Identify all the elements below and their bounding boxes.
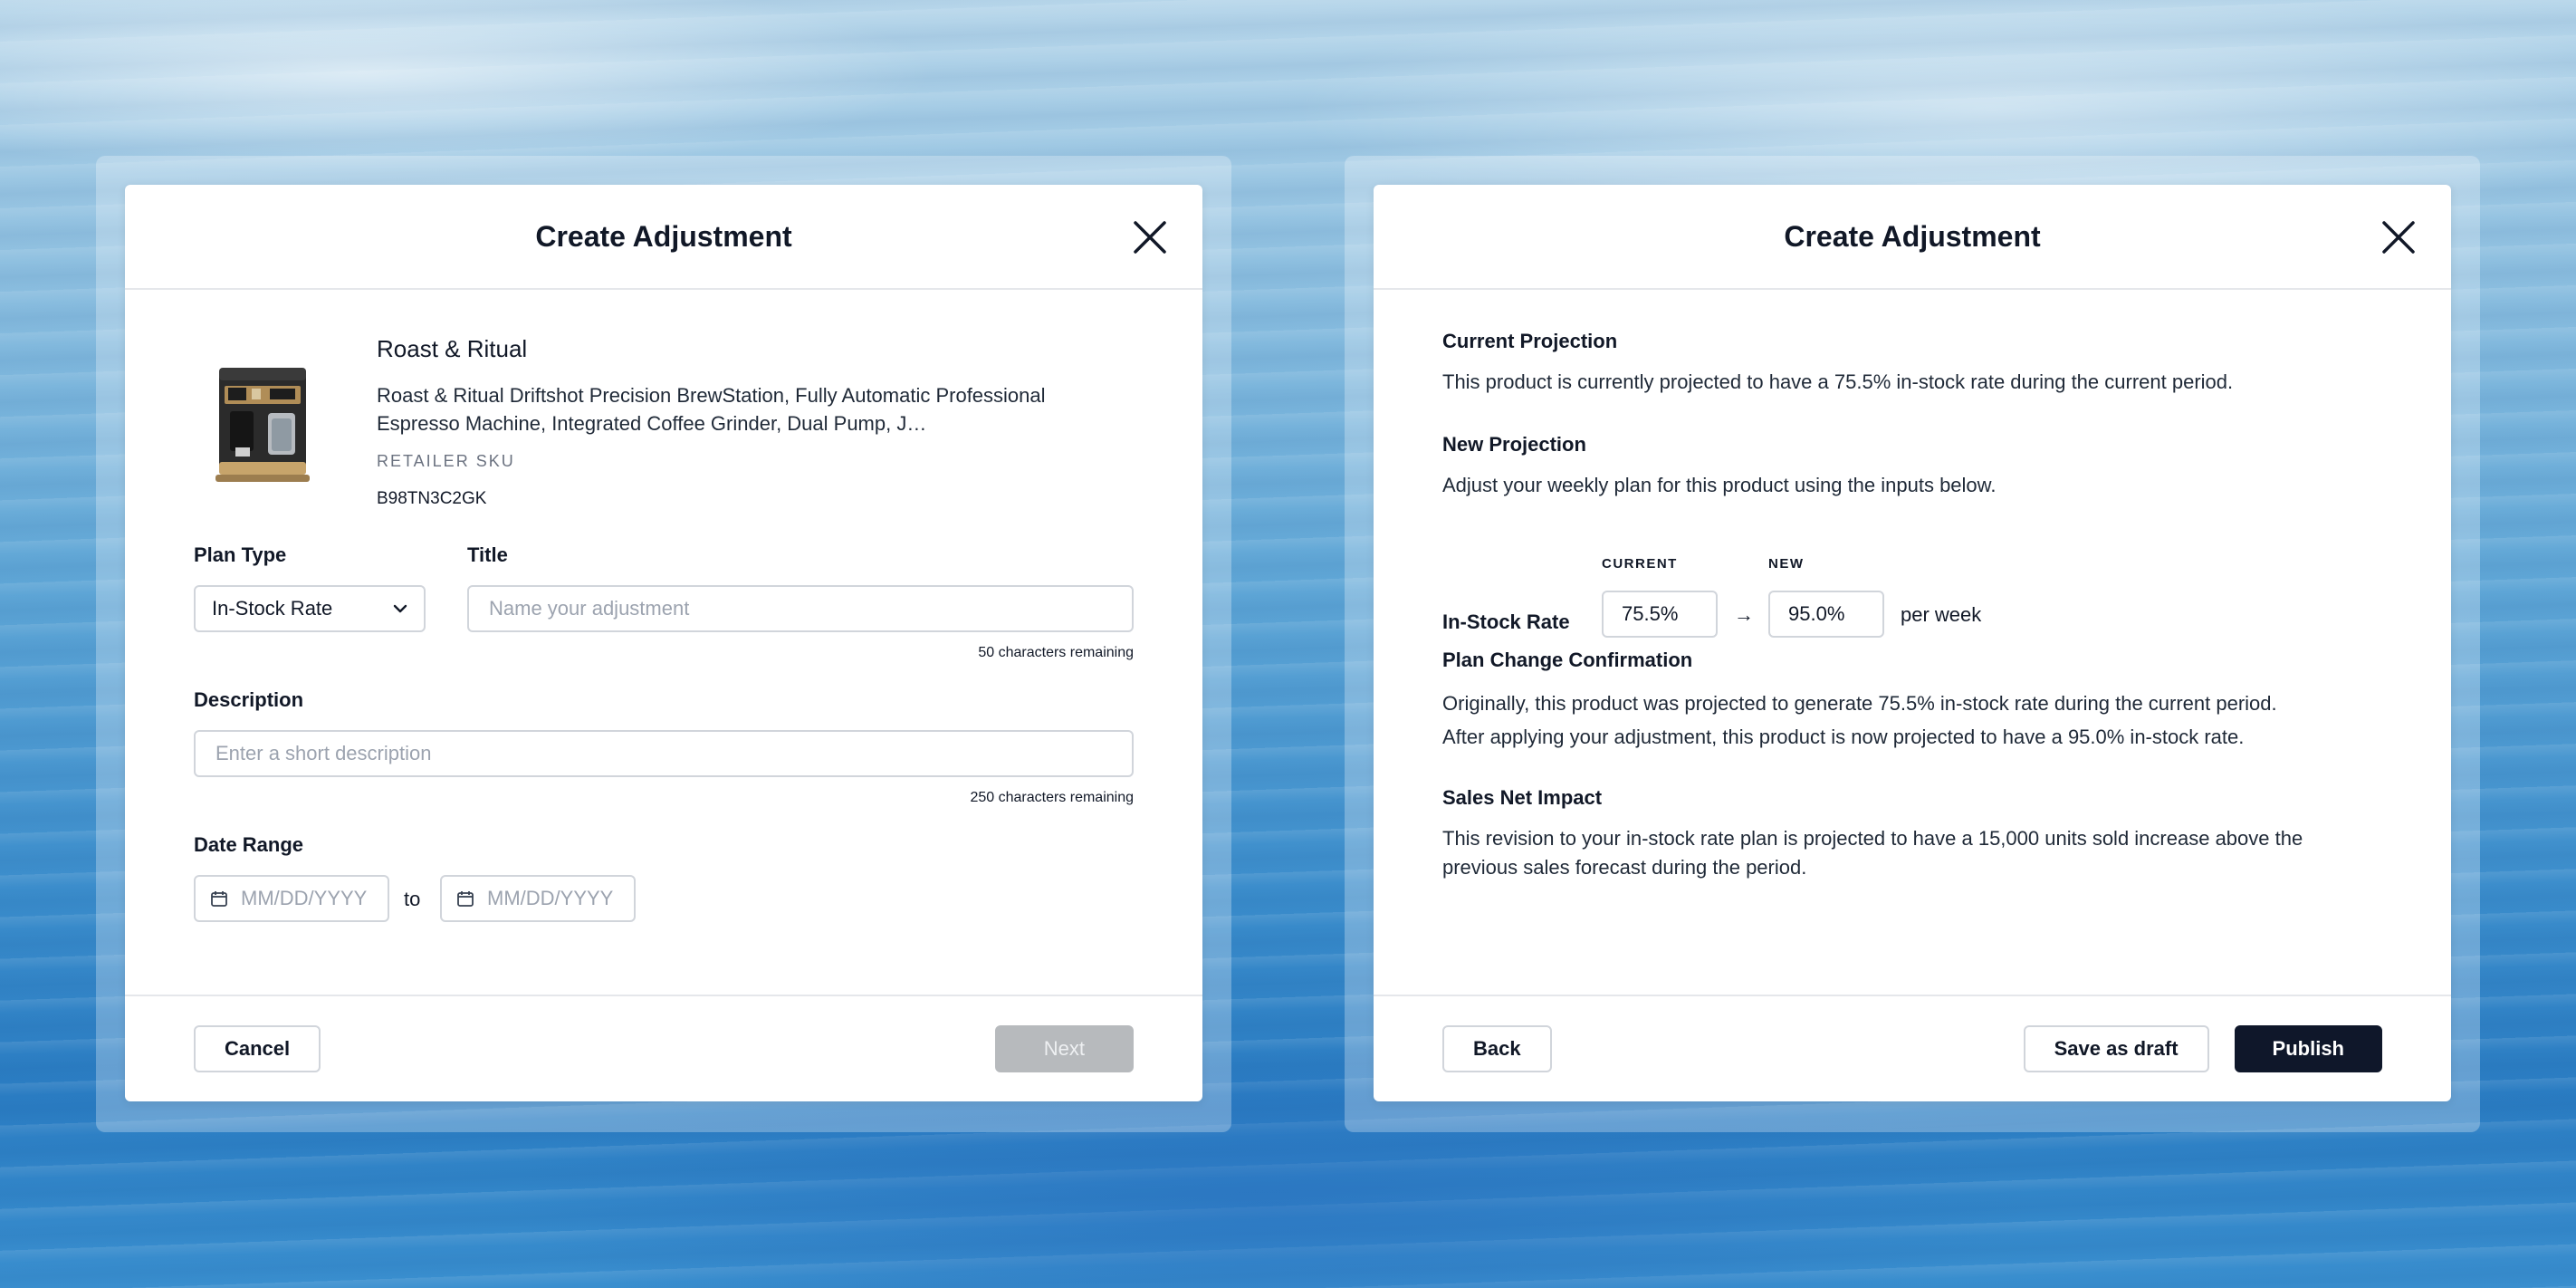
impact-section: Sales Net Impact This revision to your i… — [1442, 786, 2382, 882]
new-projection-section: New Projection Adjust your weekly plan f… — [1442, 433, 2382, 500]
chevron-down-icon — [393, 604, 407, 613]
product-summary: Roast & Ritual Roast & Ritual Driftshot … — [215, 335, 1134, 525]
save-draft-button[interactable]: Save as draft — [2023, 1025, 2209, 1072]
create-adjustment-modal-step1: Create Adjustment Roast & Ritual Roast &… — [125, 185, 1202, 1101]
modal-title: Create Adjustment — [1784, 219, 2041, 253]
description-char-count: 250 characters remaining — [970, 790, 1134, 805]
start-date-input[interactable]: MM/DD/YYYY — [194, 875, 389, 922]
modal-header: Create Adjustment — [125, 185, 1202, 290]
new-rate-input[interactable]: 95.0% — [1768, 591, 1884, 638]
close-icon[interactable] — [2380, 219, 2417, 255]
current-rate-field: 75.5% — [1602, 591, 1718, 638]
plan-type-select[interactable]: In-Stock Rate — [194, 585, 426, 632]
current-projection-text: This product is currently projected to h… — [1442, 370, 2234, 393]
description-label: Description — [194, 688, 304, 711]
back-button[interactable]: Back — [1442, 1025, 1552, 1072]
description-input[interactable]: Enter a short description — [194, 730, 1134, 777]
right-backdrop-frame: Create Adjustment Current Projection Thi… — [1345, 156, 2480, 1132]
title-char-count: 50 characters remaining — [978, 645, 1134, 660]
in-stock-rate-row: CURRENT NEW In-Stock Rate 75.5% → 95.0% … — [1442, 556, 2257, 656]
footer-actions: Save as draft Publish — [2023, 1025, 2382, 1072]
close-icon[interactable] — [1132, 219, 1168, 255]
in-stock-rate-label: In-Stock Rate — [1442, 610, 1570, 633]
next-button[interactable]: Next — [994, 1025, 1134, 1072]
publish-button[interactable]: Publish — [2234, 1025, 2382, 1072]
current-projection-heading: Current Projection — [1442, 330, 1618, 352]
sku-value: B98TN3C2GK — [377, 489, 487, 508]
product-brand: Roast & Ritual — [377, 335, 528, 362]
date-separator: to — [404, 888, 421, 910]
end-date-input[interactable]: MM/DD/YYYY — [440, 875, 636, 922]
new-projection-text: Adjust your weekly plan for this product… — [1442, 474, 1997, 496]
end-date-placeholder: MM/DD/YYYY — [487, 887, 614, 909]
sku-label: RETAILER SKU — [377, 452, 515, 470]
current-column-label: CURRENT — [1602, 556, 1678, 572]
new-projection-heading: New Projection — [1442, 433, 1586, 456]
confirmation-section: Plan Change Confirmation Originally, thi… — [1442, 649, 2382, 754]
start-date-placeholder: MM/DD/YYYY — [241, 887, 368, 909]
modal-title: Create Adjustment — [535, 219, 792, 253]
modal-footer: Back Save as draft Publish — [1374, 995, 2451, 1101]
calendar-icon — [211, 891, 227, 907]
modal-footer: Cancel Next — [125, 995, 1202, 1101]
left-backdrop-frame: Create Adjustment Roast & Ritual Roast &… — [96, 156, 1231, 1132]
cancel-button[interactable]: Cancel — [194, 1025, 321, 1072]
title-label: Title — [467, 543, 508, 566]
title-input[interactable]: Name your adjustment — [467, 585, 1134, 632]
espresso-machine-icon — [215, 368, 310, 482]
plan-type-label: Plan Type — [194, 543, 287, 566]
current-projection-section: Current Projection This product is curre… — [1442, 330, 2382, 397]
confirmation-line-2: After applying your adjustment, this pro… — [1442, 726, 2245, 748]
confirmation-line-1: Originally, this product was projected t… — [1442, 692, 2277, 715]
impact-heading: Sales Net Impact — [1442, 786, 1603, 809]
date-range-label: Date Range — [194, 833, 304, 856]
arrow-right-icon: → — [1734, 603, 1754, 626]
product-name: Roast & Ritual Driftshot Precision BrewS… — [377, 384, 1046, 435]
rate-unit: per week — [1901, 603, 1982, 626]
product-info: Roast & Ritual Roast & Ritual Driftshot … — [377, 335, 1134, 509]
plan-type-value: In-Stock Rate — [212, 597, 333, 620]
confirmation-heading: Plan Change Confirmation — [1442, 649, 1693, 671]
modal-header: Create Adjustment — [1374, 185, 2451, 290]
create-adjustment-modal-step2: Create Adjustment Current Projection Thi… — [1374, 185, 2451, 1101]
new-column-label: NEW — [1768, 556, 1805, 572]
calendar-icon — [457, 891, 474, 907]
impact-text: This revision to your in-stock rate plan… — [1442, 827, 2303, 879]
